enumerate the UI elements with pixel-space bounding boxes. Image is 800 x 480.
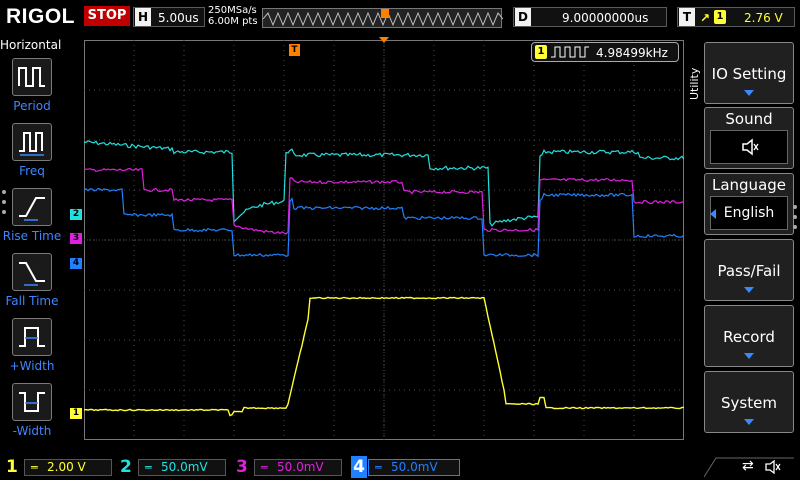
speaker-muted-icon (742, 138, 759, 156)
dc-coupling-icon: ═ (145, 461, 152, 474)
system-label: System (721, 394, 777, 412)
usb-icon: ⇄ (742, 458, 754, 474)
system-button[interactable]: System (704, 371, 794, 433)
rise-time-button[interactable] (12, 188, 52, 226)
timebase-value: 5.00us (158, 11, 199, 25)
sound-button[interactable]: Sound (704, 107, 794, 169)
fall-time-button[interactable] (12, 253, 52, 291)
panel-title: Horizontal (0, 38, 62, 52)
trigger-tag: T (679, 8, 695, 26)
rise-time-label: Rise Time (2, 229, 62, 243)
channel-1-status[interactable]: 1 2.00 V ═ (4, 456, 112, 478)
language-value: English (723, 205, 775, 221)
period-button[interactable] (12, 58, 52, 96)
rising-edge-icon: ↗ (700, 11, 711, 25)
channel-3-status[interactable]: 3 50.0mV ═ (234, 456, 342, 478)
delay-tag: D (515, 8, 531, 26)
submenu-arrow-icon (744, 287, 754, 293)
trigger-position-pointer (379, 37, 389, 43)
channel-4-status[interactable]: 4 50.0mV ═ (348, 456, 460, 478)
negative-width-icon (19, 392, 45, 412)
channel-1-offset-marker[interactable]: 1 (70, 408, 82, 419)
positive-width-button[interactable] (12, 318, 52, 356)
memory-depth: 6.00M pts (208, 16, 258, 27)
channel-2-number: 2 (120, 457, 132, 477)
period-label: Period (13, 99, 51, 113)
channel-3-trace (84, 167, 684, 235)
memory-waveform-thumbnail (263, 9, 503, 27)
submenu-arrow-icon (744, 90, 754, 96)
waveform-traces (84, 140, 684, 417)
sample-rate: 250MSa/s (208, 5, 257, 16)
record-label: Record (723, 328, 775, 346)
negative-width-label: -Width (12, 424, 52, 438)
channel-1-number: 1 (6, 457, 18, 477)
delay-indicator[interactable]: D 9.00000000us (513, 7, 667, 27)
io-setting-label: IO Setting (711, 65, 787, 83)
pass-fail-label: Pass/Fail (717, 262, 781, 280)
period-measure-icon (18, 67, 45, 87)
dc-coupling-icon: ═ (375, 461, 382, 474)
dc-coupling-icon: ═ (261, 461, 268, 474)
delay-value: 9.00000000us (562, 11, 649, 25)
submenu-arrow-icon (744, 419, 754, 425)
trigger-level: 2.76 V (744, 11, 783, 25)
trigger-source-badge: 1 (714, 10, 726, 24)
channel-4-offset-marker[interactable]: 4 (70, 258, 82, 269)
channel-3-number: 3 (236, 457, 248, 477)
menu-title: Utility (688, 67, 701, 100)
io-setting-button[interactable]: IO Setting (704, 42, 794, 104)
speaker-icon (765, 459, 781, 475)
language-label: Language (711, 176, 787, 194)
channel-4-number: 4 (351, 456, 367, 478)
run-stop-status[interactable]: STOP (84, 6, 130, 26)
fall-time-label: Fall Time (5, 294, 59, 308)
fall-time-icon (19, 262, 45, 286)
panel-scroll-dots (2, 190, 6, 220)
positive-width-icon (19, 327, 45, 347)
previous-option-icon (710, 209, 716, 219)
language-value-box: English (710, 196, 788, 230)
memory-overview-bar (262, 8, 503, 28)
waveform-display[interactable] (84, 40, 684, 440)
language-button[interactable]: Language English (704, 173, 794, 235)
channel-2-trace (84, 140, 684, 227)
frequency-value: 4.98499kHz (596, 46, 668, 60)
record-button[interactable]: Record (704, 305, 794, 367)
timebase-indicator[interactable]: H 5.00us (133, 7, 205, 27)
timebase-tag: H (135, 8, 151, 26)
acquisition-info: 250MSa/s 6.00M pts (208, 5, 258, 27)
square-wave-icon (551, 46, 589, 58)
positive-width-label: +Width (9, 359, 55, 373)
negative-width-button[interactable] (12, 383, 52, 421)
menu-scroll-dots (793, 205, 797, 235)
sound-label: Sound (725, 110, 773, 128)
memory-trigger-marker (381, 9, 389, 18)
channel-2-offset-marker[interactable]: 2 (70, 209, 82, 220)
channel-1-trace (84, 296, 684, 417)
submenu-arrow-icon (744, 353, 754, 359)
frequency-label: Freq (19, 164, 45, 178)
channel-3-offset-marker[interactable]: 3 (70, 233, 82, 244)
trigger-indicator[interactable]: T ↗ 1 2.76 V (677, 7, 795, 27)
channel-2-status[interactable]: 2 50.0mV ═ (118, 456, 226, 478)
counter-channel-badge: 1 (535, 45, 547, 59)
brand-logo: RIGOL (6, 5, 75, 28)
pass-fail-button[interactable]: Pass/Fail (704, 239, 794, 301)
dc-coupling-icon: ═ (31, 461, 38, 474)
frequency-counter: 1 4.98499kHz (531, 42, 679, 62)
frequency-button[interactable] (12, 123, 52, 161)
frequency-measure-icon (19, 132, 44, 156)
channel-status-bar: 1 2.00 V ═ 2 50.0mV ═ 3 50.0mV ═ 4 50.0m… (0, 454, 800, 480)
sound-value-box (710, 130, 788, 164)
rise-time-icon (19, 197, 45, 221)
trigger-time-marker[interactable]: T (289, 44, 300, 56)
top-status-bar: RIGOL STOP H 5.00us 250MSa/s 6.00M pts D… (0, 0, 800, 36)
